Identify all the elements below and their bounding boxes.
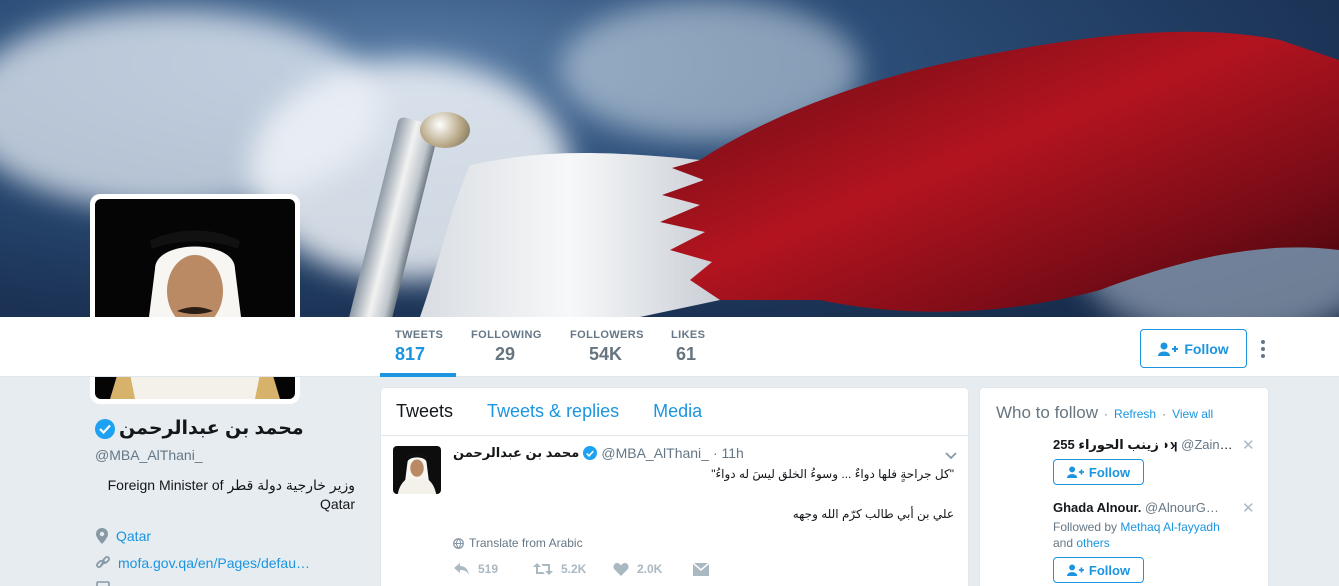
follow-label: Follow	[1088, 464, 1131, 480]
profile-name-row: محمد بن عبدالرحمن	[95, 417, 304, 440]
dismiss-icon[interactable]: ✕	[1242, 436, 1255, 454]
tab-tweets[interactable]: Tweets	[396, 401, 453, 422]
tweet[interactable]: محمد بن عبدالرحمن @MBA_AlThani_ · 11h "ك…	[381, 436, 968, 586]
calendar-icon	[96, 581, 110, 586]
timeline-tabs: Tweets Tweets & replies Media	[381, 388, 968, 436]
verified-icon	[95, 418, 115, 439]
like-button[interactable]: 2.0K	[613, 562, 693, 576]
followed-by-user[interactable]: Methaq Al-fayyadh	[1120, 520, 1219, 534]
who-to-follow-title: Who to follow	[996, 403, 1099, 422]
suggestion-follow-button[interactable]: Follow	[1053, 557, 1144, 583]
translate-link[interactable]: Translate from Arabic	[453, 536, 583, 550]
tweet-time[interactable]: · 11h	[713, 445, 744, 461]
stat-tweets[interactable]: TWEETS 817	[395, 329, 443, 365]
follow-button-label: Follow	[1184, 340, 1229, 357]
link-icon	[96, 556, 110, 568]
website-link[interactable]: mofa.gov.qa/en/Pages/defau…	[118, 555, 310, 571]
tweet-actions: 519 5.2K 2.0K	[453, 562, 773, 576]
suggestion-handle[interactable]: @Zaina…	[1181, 437, 1238, 452]
globe-icon	[453, 537, 464, 549]
stat-label: TWEETS	[395, 329, 444, 341]
reply-count: 519	[478, 562, 499, 576]
refresh-link[interactable]: Refresh	[1114, 407, 1156, 421]
tweet-author-name[interactable]: محمد بن عبدالرحمن	[453, 445, 579, 461]
translate-label: Translate from Arabic	[469, 536, 583, 550]
more-options-icon[interactable]	[1255, 337, 1271, 361]
retweet-icon	[533, 563, 553, 575]
follow-label: Follow	[1088, 562, 1131, 578]
profile-website: mofa.gov.qa/en/Pages/defau…	[96, 555, 310, 571]
who-to-follow-header: Who to follow · Refresh · View all	[996, 403, 1213, 423]
others-link[interactable]: others	[1076, 536, 1109, 550]
suggestion-item[interactable]: Ghada Alnour. @AlnourG… Followed by Meth…	[1053, 500, 1253, 583]
stat-value: 54K	[589, 344, 623, 364]
followed-by-context: Followed by Methaq Al-fayyadh and others	[1053, 519, 1253, 551]
tweet-text-line: علي بن أبي طالب كرّم الله وجهه	[792, 507, 954, 521]
who-to-follow-card: Who to follow · Refresh · View all زينب …	[979, 387, 1269, 586]
dismiss-icon[interactable]: ✕	[1242, 499, 1255, 517]
suggestion-follow-button[interactable]: Follow	[1053, 459, 1144, 485]
timeline-card: Tweets Tweets & replies Media محمد بن عب…	[380, 387, 969, 586]
tweet-avatar[interactable]	[393, 446, 441, 494]
stat-value: 29	[495, 344, 516, 364]
envelope-icon	[693, 562, 709, 576]
profile-bio: وزير خارجية دولة قطر Foreign Minister of…	[107, 477, 355, 512]
retweet-count: 5.2K	[561, 562, 587, 576]
add-user-icon	[1066, 564, 1084, 576]
tab-tweets-replies[interactable]: Tweets & replies	[487, 401, 619, 422]
stat-label: FOLLOWERS	[570, 329, 644, 341]
tweet-header: محمد بن عبدالرحمن @MBA_AlThani_ · 11h	[453, 445, 744, 461]
profile-joined	[96, 580, 110, 586]
stat-following[interactable]: FOLLOWING 29	[471, 329, 542, 365]
profile-handle[interactable]: @MBA_AlThani_	[95, 447, 203, 463]
followed-by-label: Followed by	[1053, 520, 1118, 534]
suggestion-name[interactable]: زينب الحوراء 255 ◗ʞ	[1053, 437, 1178, 452]
stat-label: FOLLOWING	[471, 329, 542, 341]
active-stat-indicator	[380, 373, 456, 377]
stat-label: LIKES	[671, 329, 706, 341]
like-count: 2.0K	[637, 562, 663, 576]
retweet-button[interactable]: 5.2K	[533, 562, 613, 576]
stat-likes[interactable]: LIKES 61	[671, 329, 705, 365]
follow-button[interactable]: Follow	[1140, 329, 1247, 368]
stat-value: 817	[395, 344, 426, 364]
profile-name: محمد بن عبدالرحمن	[119, 418, 304, 439]
tweet-text: "كل جراحةٍ فلها دواءٌ ... وسوءُ الخلق لي…	[464, 466, 954, 522]
profile-location: Qatar	[96, 528, 151, 544]
suggestion-name[interactable]: Ghada Alnour.	[1053, 500, 1141, 515]
location-pin-icon	[96, 528, 108, 544]
separator-dot: ·	[1162, 407, 1167, 421]
suggestion-handle[interactable]: @AlnourG…	[1145, 500, 1219, 515]
chevron-down-icon[interactable]	[944, 448, 958, 462]
heart-icon	[613, 563, 629, 576]
tweet-text-line: "كل جراحةٍ فلها دواءٌ ... وسوءُ الخلق لي…	[711, 467, 954, 481]
and-label: and	[1053, 536, 1074, 550]
suggestion-name-line: زينب الحوراء 255 ◗ʞ @Zaina…	[1053, 437, 1238, 453]
view-all-link[interactable]: View all	[1172, 407, 1213, 421]
tweet-author-handle[interactable]: @MBA_AlThani_	[601, 445, 709, 461]
stat-value: 61	[676, 344, 697, 364]
suggestion-name-line: Ghada Alnour. @AlnourG…	[1053, 500, 1238, 515]
profile-nav: TWEETS 817 FOLLOWING 29 FOLLOWERS 54K LI…	[0, 317, 1339, 377]
verified-icon	[583, 446, 598, 460]
stat-followers[interactable]: FOLLOWERS 54K	[570, 329, 644, 365]
suggestion-item[interactable]: زينب الحوراء 255 ◗ʞ @Zaina… Follow	[1053, 437, 1253, 485]
direct-message-button[interactable]	[693, 562, 773, 576]
reply-icon	[454, 563, 469, 575]
separator-dot: ·	[1104, 407, 1109, 421]
tab-media[interactable]: Media	[653, 401, 702, 422]
add-user-icon	[1158, 342, 1179, 356]
location-text[interactable]: Qatar	[116, 528, 151, 544]
reply-button[interactable]: 519	[453, 562, 533, 576]
add-user-icon	[1066, 466, 1084, 478]
